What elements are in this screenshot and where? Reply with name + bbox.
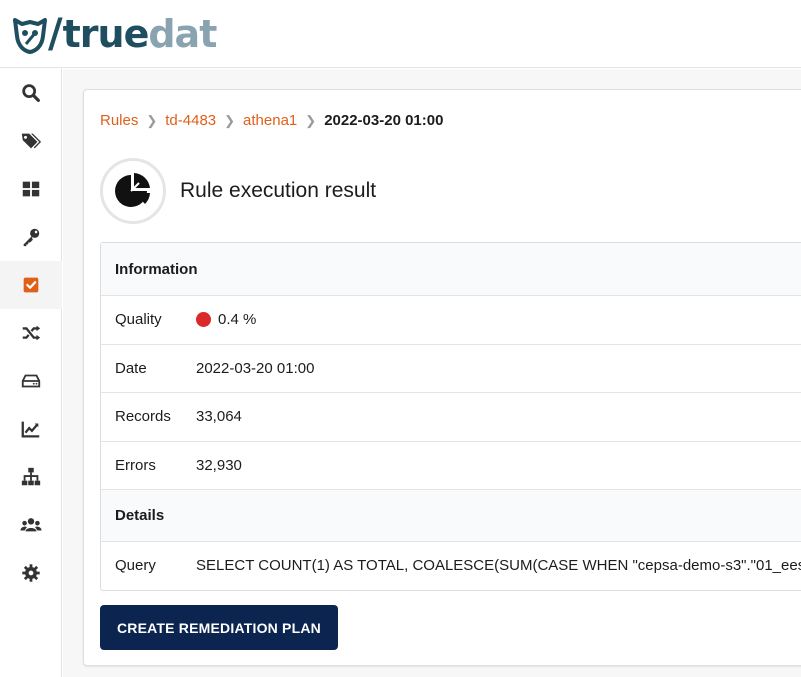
- truedat-logo[interactable]: / true dat: [12, 11, 217, 57]
- breadcrumb-rule[interactable]: td-4483: [165, 112, 216, 129]
- breadcrumb-rules[interactable]: Rules: [100, 112, 138, 129]
- chevron-right-icon: ❯: [224, 112, 236, 128]
- breadcrumb-current: 2022-03-20 01:00: [324, 112, 444, 129]
- logo-dat-text: dat: [148, 12, 217, 56]
- query-label: Query: [115, 557, 156, 575]
- sidebar-item-tags[interactable]: [0, 117, 62, 165]
- date-value: 2022-03-20 01:00: [196, 359, 315, 377]
- shuffle-icon: [22, 325, 41, 341]
- sitemap-icon: [21, 467, 41, 486]
- breadcrumb-implementation[interactable]: athena1: [243, 112, 297, 129]
- chevron-right-icon: ❯: [305, 112, 317, 128]
- search-icon: [22, 84, 40, 102]
- rule-result-card: Rules ❯ td-4483 ❯ athena1 ❯ 2022-03-20 0…: [83, 89, 801, 666]
- sidebar-item-metrics[interactable]: [0, 405, 62, 453]
- sidebar-item-storage[interactable]: [0, 357, 62, 405]
- sidebar-item-structures[interactable]: [0, 453, 62, 501]
- sidebar-item-dashboard[interactable]: [0, 165, 62, 213]
- pie-chart-icon: [115, 173, 150, 207]
- quality-value: 0.4 %: [218, 311, 257, 329]
- info-table: Information Quality 0.4 % Date 2022-03-2…: [100, 242, 801, 591]
- records-label: Records: [115, 408, 171, 426]
- chart-line-icon: [21, 421, 40, 438]
- table-row-date: Date 2022-03-20 01:00: [101, 343, 801, 393]
- table-row-query: Query SELECT COUNT(1) AS TOTAL, COALESCE…: [101, 541, 801, 590]
- sidebar-item-rules[interactable]: [0, 261, 62, 309]
- query-value: SELECT COUNT(1) AS TOTAL, COALESCE(SUM(C…: [196, 557, 801, 575]
- header-icon-circle: [100, 158, 166, 224]
- settings-icon: [22, 564, 40, 582]
- sidebar-item-settings[interactable]: [0, 549, 62, 597]
- users-icon: [20, 518, 42, 532]
- quality-status-dot: [196, 312, 211, 328]
- records-value: 33,064: [196, 408, 242, 426]
- quality-value-wrap: 0.4 %: [196, 311, 256, 328]
- check-square-icon: [23, 277, 39, 293]
- quality-label: Quality: [115, 311, 162, 329]
- key-icon: [23, 228, 40, 247]
- date-label: Date: [115, 359, 147, 377]
- section-information: Information: [101, 243, 801, 295]
- sidebar-item-users[interactable]: [0, 501, 62, 549]
- page-header: Rule execution result: [100, 158, 376, 224]
- errors-label: Errors: [115, 456, 156, 474]
- storage-icon: [21, 374, 41, 388]
- table-row-errors: Errors 32,930: [101, 440, 801, 490]
- section-details-label: Details: [115, 507, 165, 524]
- tags-icon: [21, 133, 42, 149]
- chevron-right-icon: ❯: [146, 112, 158, 128]
- sidebar-item-keys[interactable]: [0, 213, 62, 261]
- dashboard-icon: [22, 181, 40, 197]
- main-content: Rules ❯ td-4483 ❯ athena1 ❯ 2022-03-20 0…: [63, 69, 801, 677]
- page-title: Rule execution result: [180, 179, 377, 202]
- breadcrumb: Rules ❯ td-4483 ❯ athena1 ❯ 2022-03-20 0…: [100, 112, 443, 129]
- errors-value: 32,930: [196, 456, 242, 474]
- logo-slash: /: [48, 11, 63, 57]
- top-bar: / true dat: [0, 0, 801, 68]
- table-row-records: Records 33,064: [101, 392, 801, 441]
- create-remediation-plan-button[interactable]: CREATE REMEDIATION PLAN: [100, 605, 338, 650]
- owl-logo-icon: [13, 18, 47, 54]
- sidebar-item-search[interactable]: [0, 69, 62, 117]
- sidebar-item-lineage[interactable]: [0, 309, 62, 357]
- logo-true-text: true: [62, 12, 150, 56]
- table-row-quality: Quality 0.4 %: [101, 295, 801, 344]
- section-information-label: Information: [115, 260, 198, 278]
- sidebar: [0, 69, 62, 677]
- section-details: Details: [101, 489, 801, 541]
